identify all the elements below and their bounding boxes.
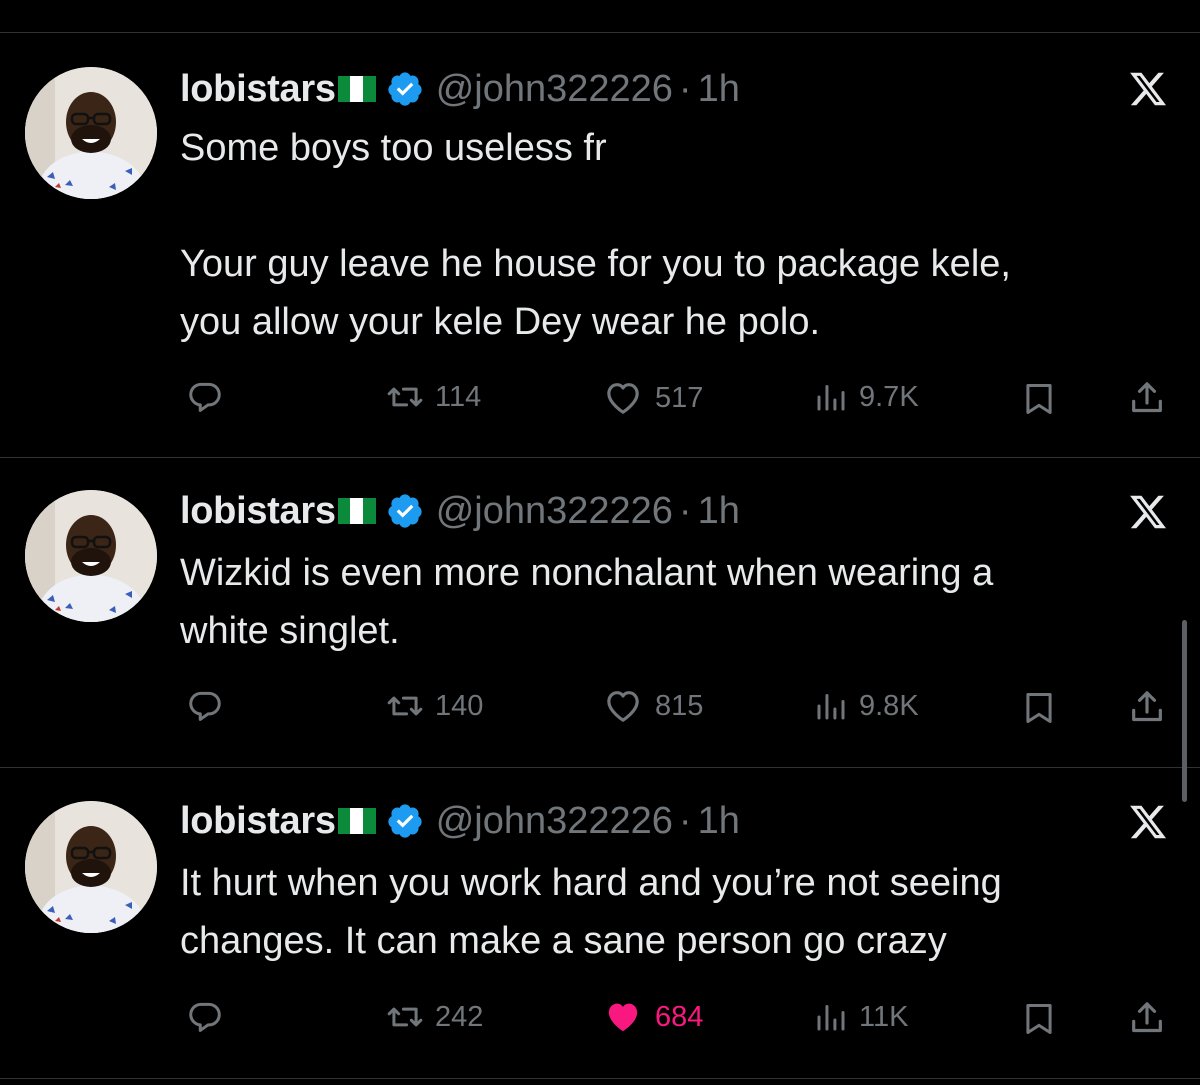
display-name[interactable]: lobistars xyxy=(180,800,336,843)
share-button[interactable] xyxy=(1127,378,1167,418)
avatar[interactable] xyxy=(25,67,157,199)
reply-button[interactable] xyxy=(186,998,234,1036)
separator-dot: · xyxy=(678,799,692,842)
repost-count: 242 xyxy=(435,1000,484,1033)
like-button[interactable]: 684 xyxy=(601,997,703,1037)
heart-icon xyxy=(607,691,639,722)
repost-icon xyxy=(387,1007,423,1027)
tweet-header: lobistars @john322226 · 1h xyxy=(180,66,740,112)
repost-button[interactable]: 140 xyxy=(385,687,483,725)
reply-icon xyxy=(189,382,221,412)
separator-dot: · xyxy=(678,67,692,110)
bookmark-icon xyxy=(1026,693,1052,723)
heart-filled-icon xyxy=(608,1003,638,1032)
repost-count: 140 xyxy=(435,689,484,722)
nigeria-flag-icon xyxy=(337,76,376,102)
display-name[interactable]: lobistars xyxy=(180,490,336,533)
verified-badge-icon xyxy=(388,494,422,528)
tweet-text: Some boys too useless fr Your guy leave … xyxy=(180,127,1011,343)
heart-icon xyxy=(607,383,639,414)
share-button[interactable] xyxy=(1127,687,1167,727)
avatar[interactable] xyxy=(25,490,157,622)
timestamp[interactable]: 1h xyxy=(698,490,740,533)
timestamp[interactable]: 1h xyxy=(698,800,740,843)
share-button[interactable] xyxy=(1127,998,1167,1038)
display-name[interactable]: lobistars xyxy=(180,68,336,111)
share-icon xyxy=(1132,382,1162,413)
like-count: 517 xyxy=(655,381,704,414)
repost-icon xyxy=(387,387,423,407)
bookmark-button[interactable] xyxy=(1020,380,1058,418)
tweet-text: Wizkid is even more nonchalant when wear… xyxy=(180,552,994,652)
tweet-divider xyxy=(0,767,1200,768)
like-count: 684 xyxy=(655,1000,704,1033)
views-button[interactable]: 9.8K xyxy=(813,687,919,725)
timestamp[interactable]: 1h xyxy=(698,68,740,111)
top-divider xyxy=(0,32,1200,33)
share-icon xyxy=(1132,1002,1162,1033)
tweet-divider xyxy=(0,1078,1200,1079)
views-button[interactable]: 11K xyxy=(813,998,908,1036)
reply-icon xyxy=(189,1002,221,1032)
verified-badge-icon xyxy=(388,804,422,838)
reply-button[interactable] xyxy=(186,687,234,725)
repost-button[interactable]: 114 xyxy=(385,378,481,416)
like-count: 815 xyxy=(655,689,704,722)
user-handle[interactable]: @john322226 xyxy=(436,490,673,533)
views-count: 11K xyxy=(859,1000,909,1033)
scrollbar[interactable] xyxy=(1182,620,1187,802)
avatar-image xyxy=(25,801,157,933)
reply-icon xyxy=(189,691,221,721)
avatar[interactable] xyxy=(25,801,157,933)
nigeria-flag-icon xyxy=(337,808,376,834)
avatar-image xyxy=(25,67,157,199)
separator-dot: · xyxy=(678,489,692,532)
x-logo-icon[interactable] xyxy=(1126,802,1170,842)
bookmark-button[interactable] xyxy=(1020,689,1058,727)
reply-button[interactable] xyxy=(186,378,234,416)
views-icon xyxy=(817,694,845,720)
verified-badge-icon xyxy=(388,72,422,106)
views-icon xyxy=(817,385,845,411)
x-logo-icon[interactable] xyxy=(1126,492,1170,532)
repost-button[interactable]: 242 xyxy=(385,998,483,1036)
user-handle[interactable]: @john322226 xyxy=(436,68,673,111)
bookmark-icon xyxy=(1026,384,1052,414)
like-button[interactable]: 815 xyxy=(601,686,703,726)
bookmark-button[interactable] xyxy=(1020,1000,1058,1038)
avatar-image xyxy=(25,490,157,622)
views-button[interactable]: 9.7K xyxy=(813,378,919,416)
tweet-header: lobistars @john322226 · 1h xyxy=(180,488,740,534)
tweet-divider xyxy=(0,457,1200,458)
user-handle[interactable]: @john322226 xyxy=(436,800,673,843)
nigeria-flag-icon xyxy=(337,498,376,524)
views-count: 9.8K xyxy=(859,689,919,722)
views-icon xyxy=(817,1005,845,1031)
tweet-header: lobistars @john322226 · 1h xyxy=(180,798,740,844)
share-icon xyxy=(1132,691,1162,722)
repost-count: 114 xyxy=(435,380,482,413)
like-button[interactable]: 517 xyxy=(601,378,703,418)
bookmark-icon xyxy=(1026,1004,1052,1034)
tweet-text: It hurt when you work hard and you’re no… xyxy=(180,862,1002,962)
repost-icon xyxy=(387,696,423,716)
x-logo-icon[interactable] xyxy=(1126,69,1170,109)
views-count: 9.7K xyxy=(859,380,919,413)
